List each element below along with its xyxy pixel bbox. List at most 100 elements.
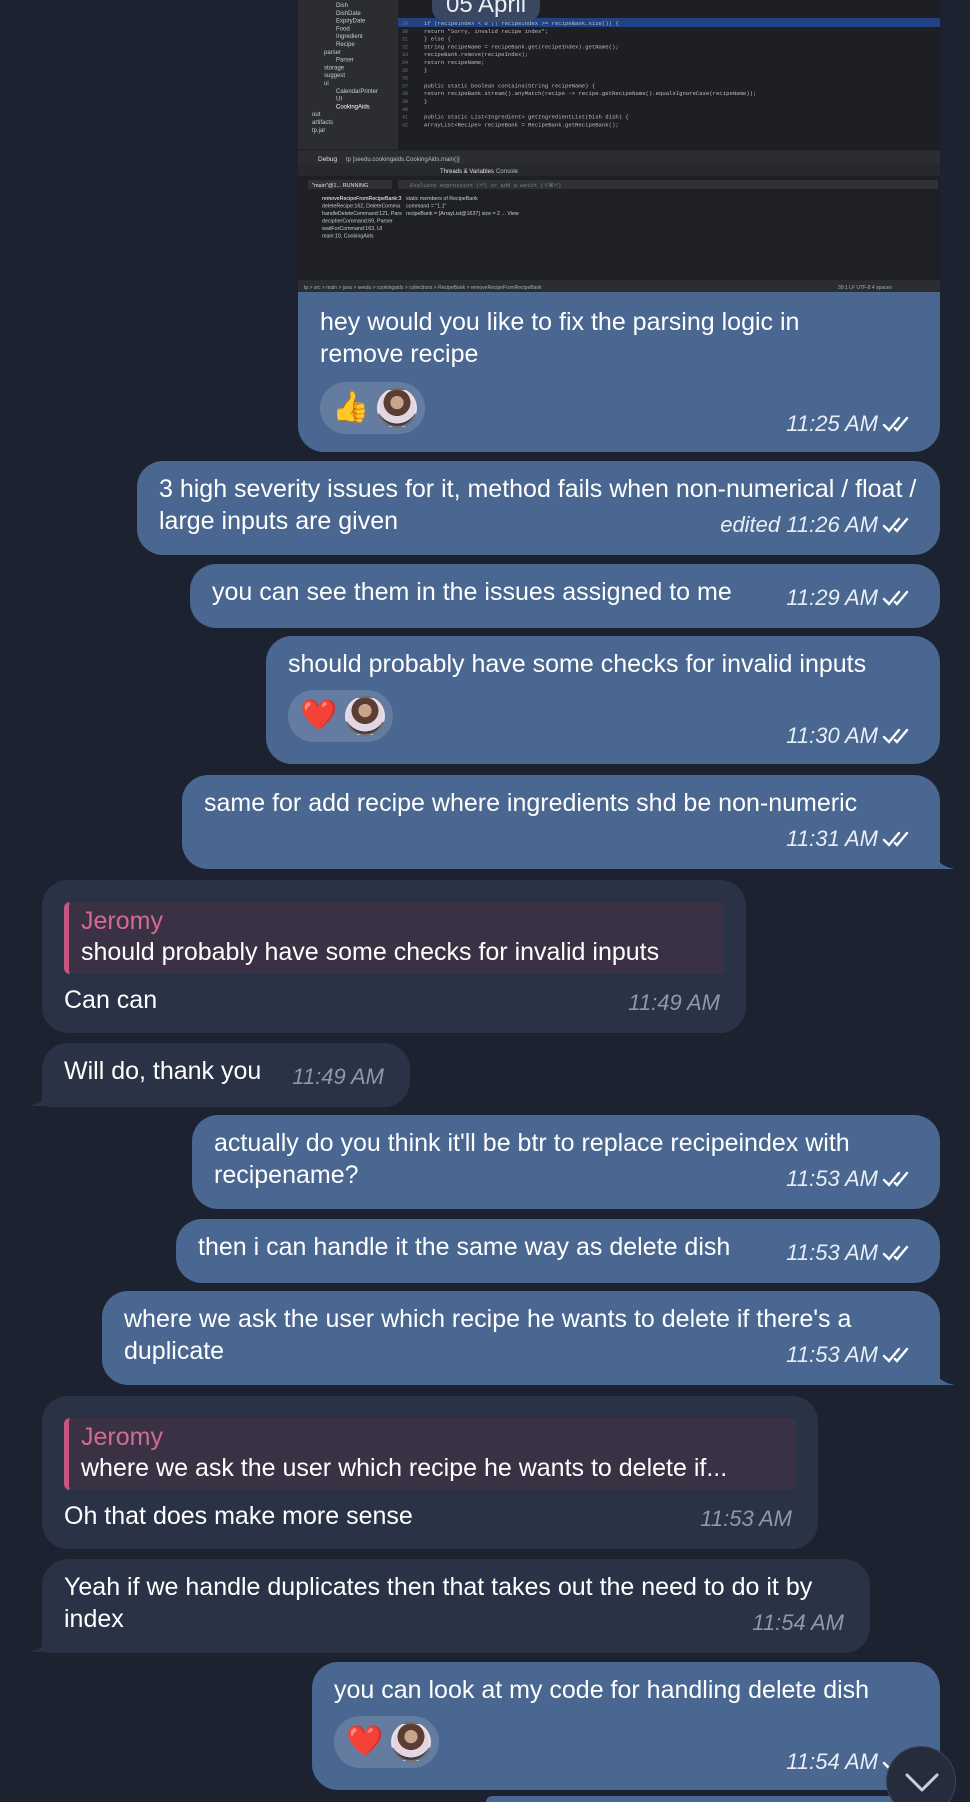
evaluate-expression-field: Evaluate expression (⏎) or add a watch (… xyxy=(410,182,561,189)
reply-quote[interactable]: Jeromy where we ask the user which recip… xyxy=(64,1418,796,1490)
message-meta: 11:53 AM xyxy=(700,1503,792,1535)
ide-screenshot-image[interactable]: Dish DishDate ExpiryDate Food Ingredient Reci… xyxy=(298,0,940,292)
message-text: Oh that does make more sense xyxy=(64,1502,413,1530)
line-number: 40 xyxy=(402,107,408,113)
console-tab: Console xyxy=(496,169,519,175)
project-tree-item: Ingredient xyxy=(336,34,363,40)
message-outgoing[interactable]: where we ask the user which recipe he wa… xyxy=(102,1291,940,1385)
message-incoming[interactable]: Jeromy where we ask the user which recip… xyxy=(42,1396,818,1549)
double-check-icon xyxy=(882,517,909,533)
code-line: ArrayList<Recipe> recipeBank = RecipeBan… xyxy=(424,121,619,128)
project-tree-item: out xyxy=(312,112,321,118)
reply-sender-name: Jeromy xyxy=(81,1423,163,1451)
reaction-bar[interactable]: ❤️ xyxy=(334,1716,440,1768)
message-outgoing[interactable]: hey would you like to fix the parsing lo… xyxy=(298,292,940,452)
project-tree-item: tp.jar xyxy=(312,128,325,134)
reply-sender-name: Jeromy xyxy=(81,907,163,935)
reaction-bar[interactable]: ❤️ xyxy=(288,690,394,742)
stack-frame: decipherCommand:69, Parser xyxy=(322,219,393,225)
message-incoming[interactable]: Jeromy should probably have some checks … xyxy=(42,880,746,1033)
message-time: 11:49 AM xyxy=(292,1064,384,1089)
message-time: 11:29 AM xyxy=(786,585,878,610)
message-text: hey would you like to fix the parsing lo… xyxy=(320,308,807,368)
thumbs-up-reaction-icon[interactable]: 👍 xyxy=(332,393,369,423)
reactor-avatar xyxy=(377,388,418,428)
code-line: } xyxy=(424,98,427,105)
stack-frame: main:10, CookingAids xyxy=(322,234,374,240)
message-meta: 11:25 AM xyxy=(786,408,914,440)
message-outgoing[interactable]: you can look at my code for handling del… xyxy=(312,1662,940,1790)
message-text: should probably have some checks for inv… xyxy=(288,650,867,678)
code-line: recipeBank.remove(recipeIndex); xyxy=(424,51,528,58)
line-number: 37 xyxy=(402,83,408,89)
line-number: 33 xyxy=(402,52,408,58)
message-outgoing[interactable]: you can see them in the issues assigned … xyxy=(190,564,940,628)
message-incoming[interactable]: Will do, thank you 11:49 AM xyxy=(42,1043,410,1107)
reply-quote-text: where we ask the user which recipe he wa… xyxy=(81,1454,728,1482)
line-number: 30 xyxy=(402,29,408,35)
message-outgoing-partial[interactable] xyxy=(486,1796,940,1802)
project-tree-item: CalendarPrinter xyxy=(336,89,378,95)
message-time: 11:54 AM xyxy=(752,1610,844,1635)
message-outgoing[interactable]: should probably have some checks for inv… xyxy=(266,636,940,764)
message-time: 11:26 AM xyxy=(786,512,878,537)
message-outgoing[interactable]: 3 high severity issues for it, method fa… xyxy=(137,461,940,555)
double-check-icon xyxy=(882,1171,909,1187)
message-outgoing[interactable]: actually do you think it'll be btr to re… xyxy=(192,1115,940,1209)
message-meta: 11:31 AM xyxy=(786,823,914,855)
reaction-bar[interactable]: 👍 xyxy=(320,382,426,434)
line-number: 35 xyxy=(402,68,408,74)
line-number: 42 xyxy=(402,122,408,128)
heart-reaction-icon[interactable]: ❤️ xyxy=(346,1727,383,1757)
code-line: return recipeName; xyxy=(424,59,484,66)
reactor-avatar xyxy=(391,1722,432,1762)
line-number: 38 xyxy=(402,91,408,97)
double-check-icon xyxy=(882,1347,909,1363)
stack-frame: handleDeleteCommand:121, Pars xyxy=(322,211,402,217)
double-check-icon xyxy=(882,831,909,847)
date-label: 05 April xyxy=(446,0,527,18)
project-tree-item: Recipe xyxy=(336,42,355,48)
message-time: 11:53 AM xyxy=(786,1342,878,1367)
scroll-to-bottom-button[interactable] xyxy=(886,1746,956,1802)
reply-quote[interactable]: Jeromy should probably have some checks … xyxy=(64,902,724,974)
project-tree-item: Dish xyxy=(336,3,348,9)
message-outgoing[interactable]: same for add recipe where ingredients sh… xyxy=(182,775,940,869)
double-check-icon xyxy=(882,416,909,432)
stack-frame: deleteRecipe:162, DeleteComma xyxy=(322,204,400,210)
heart-reaction-icon[interactable]: ❤️ xyxy=(300,701,337,731)
code-line: return recipeBank.stream().anyMatch(reci… xyxy=(424,90,756,97)
message-outgoing[interactable]: then i can handle it the same way as del… xyxy=(176,1219,940,1283)
edited-label: edited xyxy=(720,512,781,537)
project-tree-item: storage xyxy=(324,65,345,71)
debug-variable: command = "1.1" xyxy=(406,204,447,210)
message-meta: 11:30 AM xyxy=(786,720,914,752)
project-tree-item: ui xyxy=(324,81,329,87)
code-line: } xyxy=(424,67,427,74)
thread-selector: "main"@1... RUNNING xyxy=(312,183,368,189)
line-number: 34 xyxy=(402,60,408,66)
message-meta: 11:54 AM xyxy=(752,1607,844,1639)
code-line: return "Sorry, invalid recipe index"; xyxy=(424,28,548,35)
message-meta: 11:53 AM xyxy=(786,1237,914,1269)
bubble-tail xyxy=(933,1364,955,1385)
reactor-avatar xyxy=(345,696,386,736)
project-tree-item: Food xyxy=(336,26,350,32)
line-number: 31 xyxy=(402,37,408,43)
bubble-tail xyxy=(933,848,955,869)
stack-frame: removeRecipeFromRecipeBank:3 xyxy=(322,196,402,202)
line-number: 36 xyxy=(402,76,408,82)
project-tree-item: DishDate xyxy=(336,11,361,17)
project-tree-item: parser xyxy=(324,50,341,56)
debug-variable: static members of RecipeBank xyxy=(406,196,478,202)
message-time: 11:53 AM xyxy=(786,1240,878,1265)
double-check-icon xyxy=(882,1245,909,1261)
message-incoming[interactable]: Yeah if we handle duplicates then that t… xyxy=(42,1559,870,1653)
debug-variable: recipeBank = {ArrayList@1637} size = 2 .… xyxy=(406,211,519,217)
bubble-tail xyxy=(28,1631,50,1652)
reply-quote-text: should probably have some checks for inv… xyxy=(81,938,660,966)
line-number: 41 xyxy=(402,115,408,121)
line-number: 29 xyxy=(402,21,408,27)
editor-status: 39:1 LF UTF-8 4 spaces xyxy=(838,285,892,291)
code-line: } else { xyxy=(424,36,451,43)
